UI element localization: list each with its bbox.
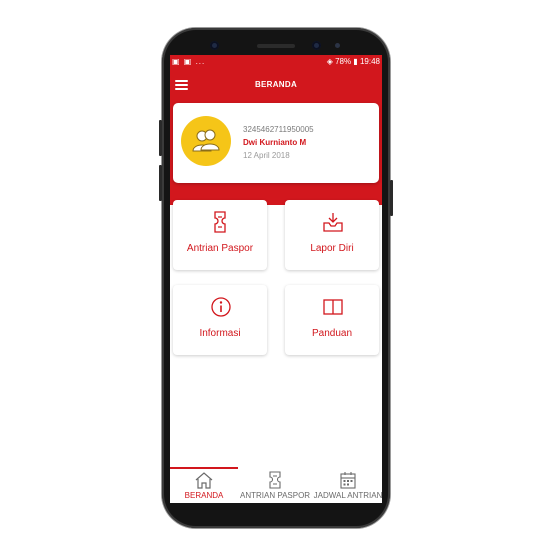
front-camera-icon: [210, 41, 219, 50]
menu-tile-label: Antrian Paspor: [186, 243, 254, 254]
profile-date: 12 April 2018: [243, 151, 290, 160]
menu-tile-label: Panduan: [311, 328, 353, 339]
profile-name: Dwi Kurnianto M: [243, 138, 307, 147]
volume-down-button: [159, 165, 162, 201]
app-screen: ▣ ▣ ... ◈ 78% ▮ 19:48 BERANDA 3245462711…: [170, 55, 382, 503]
calendar-icon: [340, 472, 356, 489]
tab-beranda[interactable]: BERANDA: [170, 471, 239, 500]
earpiece-speaker: [257, 44, 295, 48]
inbox-download-icon: [323, 213, 343, 232]
menu-tile-panduan[interactable]: Panduan: [285, 285, 379, 355]
profile-id: 3245462711950005: [243, 125, 314, 134]
menu-tile-lapor-diri[interactable]: Lapor Diri: [285, 200, 379, 270]
users-icon: [192, 129, 220, 152]
app-bar: BERANDA: [170, 69, 382, 101]
menu-tile-antrian-paspor[interactable]: Antrian Paspor: [173, 200, 267, 270]
sensor-icon: [335, 43, 340, 48]
profile-card[interactable]: 3245462711950005 Dwi Kurnianto M 12 Apri…: [173, 103, 379, 183]
menu-tile-label: Lapor Diri: [310, 243, 354, 254]
status-right: ◈ 78% ▮ 19:48: [326, 57, 380, 66]
bottom-tab-bar: BERANDA ANTRIAN PASPOR JADWAL ANTRIAN: [170, 467, 382, 503]
tab-label: JADWAL ANTRIAN: [313, 491, 382, 500]
power-button: [390, 180, 393, 216]
status-bar: ▣ ▣ ... ◈ 78% ▮ 19:48: [170, 55, 382, 69]
iris-scanner-icon: [312, 41, 321, 50]
page-title: BERANDA: [254, 80, 298, 89]
tab-label: ANTRIAN PASPOR: [240, 491, 311, 500]
ticket-icon: [214, 211, 226, 233]
tab-indicator: [170, 467, 238, 469]
status-left: ▣ ▣ ...: [172, 57, 206, 66]
avatar: [181, 116, 231, 166]
home-icon: [195, 472, 213, 489]
volume-up-button: [159, 120, 162, 156]
book-icon: [323, 299, 343, 315]
info-icon: [211, 297, 231, 317]
tab-jadwal-antrian[interactable]: JADWAL ANTRIAN: [313, 471, 382, 500]
tab-label: BERANDA: [184, 491, 224, 500]
menu-tile-label: Informasi: [199, 328, 241, 339]
tab-antrian-paspor[interactable]: ANTRIAN PASPOR: [240, 471, 310, 500]
menu-tile-informasi[interactable]: Informasi: [173, 285, 267, 355]
ticket-icon: [269, 471, 281, 489]
